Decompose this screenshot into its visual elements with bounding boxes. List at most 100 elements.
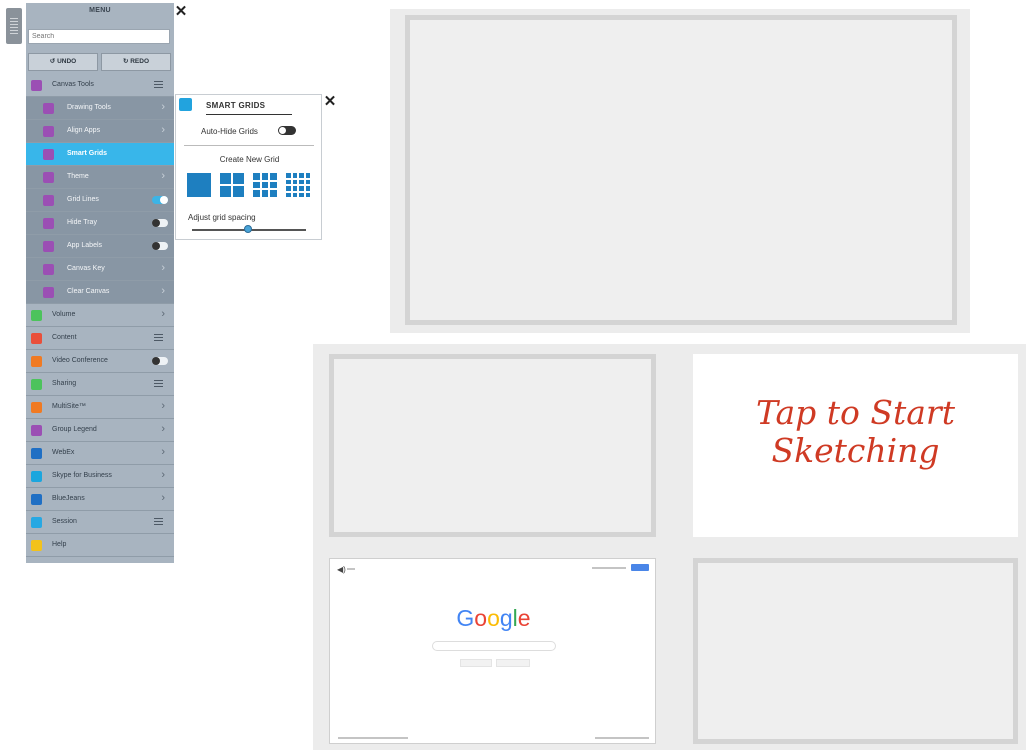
menu-item-video-conference[interactable]: Video Conference	[26, 350, 174, 373]
undo-icon: ↺	[49, 58, 58, 65]
chevron-right-icon: ›	[161, 469, 165, 481]
redo-button[interactable]: ↻ REDO	[101, 53, 171, 71]
sketch-app[interactable]: Tap to Start Sketching	[693, 354, 1018, 537]
menu-item-label: Grid Lines	[67, 196, 99, 203]
tab-placeholder	[347, 568, 355, 570]
chevron-right-icon: ›	[161, 285, 165, 297]
empty-app-slot-large[interactable]	[405, 15, 957, 325]
menu-item-multisite[interactable]: MultiSite™ ›	[26, 396, 174, 419]
menu-item-label: Canvas Key	[67, 265, 105, 272]
menu-item-content[interactable]: Content	[26, 327, 174, 350]
menu-item-label: App Labels	[67, 242, 103, 249]
menu-item-label: Hide Tray	[67, 219, 97, 226]
chevron-right-icon: ›	[161, 101, 165, 113]
main-menu: MENU ↺ UNDO ↻ REDO Canvas Tools Drawing T…	[26, 3, 174, 563]
empty-app-slot-bottom-right[interactable]	[693, 558, 1018, 744]
list-icon[interactable]	[154, 334, 163, 342]
menu-item-label: Session	[52, 518, 77, 525]
menu-item-skype-for-business[interactable]: Skype for Business ›	[26, 465, 174, 488]
spacing-slider-thumb[interactable]	[244, 225, 252, 233]
list-icon[interactable]	[154, 81, 163, 89]
menu-item-drawing-tools[interactable]: Drawing Tools ›	[26, 97, 174, 120]
menu-item-label: Drawing Tools	[67, 104, 111, 111]
group-legend-icon	[31, 425, 42, 436]
menu-item-group-legend[interactable]: Group Legend ›	[26, 419, 174, 442]
menu-item-label: Sharing	[52, 380, 77, 387]
bluejeans-icon	[31, 494, 42, 505]
google-logo: Google	[456, 605, 531, 631]
menu-item-sharing[interactable]: Sharing	[26, 373, 174, 396]
menu-item-canvas-tools[interactable]: Canvas Tools	[26, 74, 174, 97]
app-labels-toggle[interactable]	[152, 242, 168, 250]
auto-hide-toggle[interactable]	[278, 126, 296, 135]
drawing-tools-icon	[43, 103, 54, 114]
grid-1x1-button[interactable]	[187, 173, 211, 197]
smart-grids-close-icon[interactable]: ✕	[323, 94, 337, 109]
menu-close-icon[interactable]: ✕	[174, 4, 188, 19]
menu-item-clear-canvas[interactable]: Clear Canvas ›	[26, 281, 174, 304]
canvas-tools-icon	[31, 80, 42, 91]
chevron-right-icon: ›	[161, 170, 165, 182]
video-conference-toggle[interactable]	[152, 357, 168, 365]
chevron-right-icon: ›	[161, 446, 165, 458]
session-icon	[31, 517, 42, 528]
menu-item-label: Theme	[67, 173, 89, 180]
menu-item-label: Align Apps	[67, 127, 101, 134]
canvas-key-icon	[43, 264, 54, 275]
grid-lines-icon	[43, 195, 54, 206]
sign-in-button[interactable]	[631, 564, 649, 571]
video-conference-icon	[31, 356, 42, 367]
list-icon[interactable]	[154, 518, 163, 526]
menu-item-label: Smart Grids	[67, 150, 108, 157]
spacing-label: Adjust grid spacing	[188, 213, 256, 222]
hide-tray-icon	[43, 218, 54, 229]
google-search-button[interactable]	[460, 659, 492, 667]
empty-app-slot-top-left[interactable]	[329, 354, 656, 537]
menu-item-app-labels[interactable]: App Labels	[26, 235, 174, 258]
menu-item-session[interactable]: Session	[26, 511, 174, 534]
list-icon[interactable]	[154, 380, 163, 388]
browser-app[interactable]: ◀) Google	[329, 558, 656, 744]
align-apps-icon	[43, 126, 54, 137]
sketch-prompt: Tap to Start Sketching	[756, 393, 955, 470]
skype-for-business-icon	[31, 471, 42, 482]
footer-links-left	[338, 737, 408, 739]
auto-hide-label: Auto-Hide Grids	[201, 127, 258, 136]
menu-item-canvas-key[interactable]: Canvas Key ›	[26, 258, 174, 281]
help-icon	[31, 540, 42, 551]
menu-title: MENU	[89, 7, 111, 14]
multisite-icon	[31, 402, 42, 413]
grid-2x2-button[interactable]	[220, 173, 244, 197]
app-labels-icon	[43, 241, 54, 252]
header-links	[592, 567, 626, 569]
undo-button[interactable]: ↺ UNDO	[28, 53, 98, 71]
hide-tray-toggle[interactable]	[152, 219, 168, 227]
menu-item-hide-tray[interactable]: Hide Tray	[26, 212, 174, 235]
menu-item-align-apps[interactable]: Align Apps ›	[26, 120, 174, 143]
grid-3x3-button[interactable]	[253, 173, 277, 197]
menu-item-webex[interactable]: WebEx ›	[26, 442, 174, 465]
grid-4x4-button[interactable]	[286, 173, 310, 197]
divider	[184, 145, 314, 146]
smart-grids-icon	[43, 149, 54, 160]
create-grid-label: Create New Grid	[219, 155, 280, 164]
speaker-icon: ◀)	[337, 565, 346, 574]
menu-item-label: Video Conference	[52, 357, 108, 364]
google-search-input[interactable]	[432, 641, 556, 651]
chevron-right-icon: ›	[161, 400, 165, 412]
menu-item-bluejeans[interactable]: BlueJeans ›	[26, 488, 174, 511]
content-icon	[31, 333, 42, 344]
sharing-icon	[31, 379, 42, 390]
feeling-lucky-button[interactable]	[496, 659, 530, 667]
search-input[interactable]	[28, 29, 170, 44]
menu-item-label: BlueJeans	[52, 495, 85, 502]
menu-item-grid-lines[interactable]: Grid Lines	[26, 189, 174, 212]
menu-item-volume[interactable]: Volume ›	[26, 304, 174, 327]
menu-drag-handle[interactable]	[6, 8, 22, 44]
menu-item-smart-grids[interactable]: Smart Grids	[26, 143, 174, 166]
chevron-right-icon: ›	[161, 492, 165, 504]
menu-item-help[interactable]: Help	[26, 534, 174, 557]
smart-grids-title: SMART GRIDS	[206, 101, 266, 110]
menu-item-theme[interactable]: Theme ›	[26, 166, 174, 189]
grid-lines-toggle[interactable]	[152, 196, 168, 204]
